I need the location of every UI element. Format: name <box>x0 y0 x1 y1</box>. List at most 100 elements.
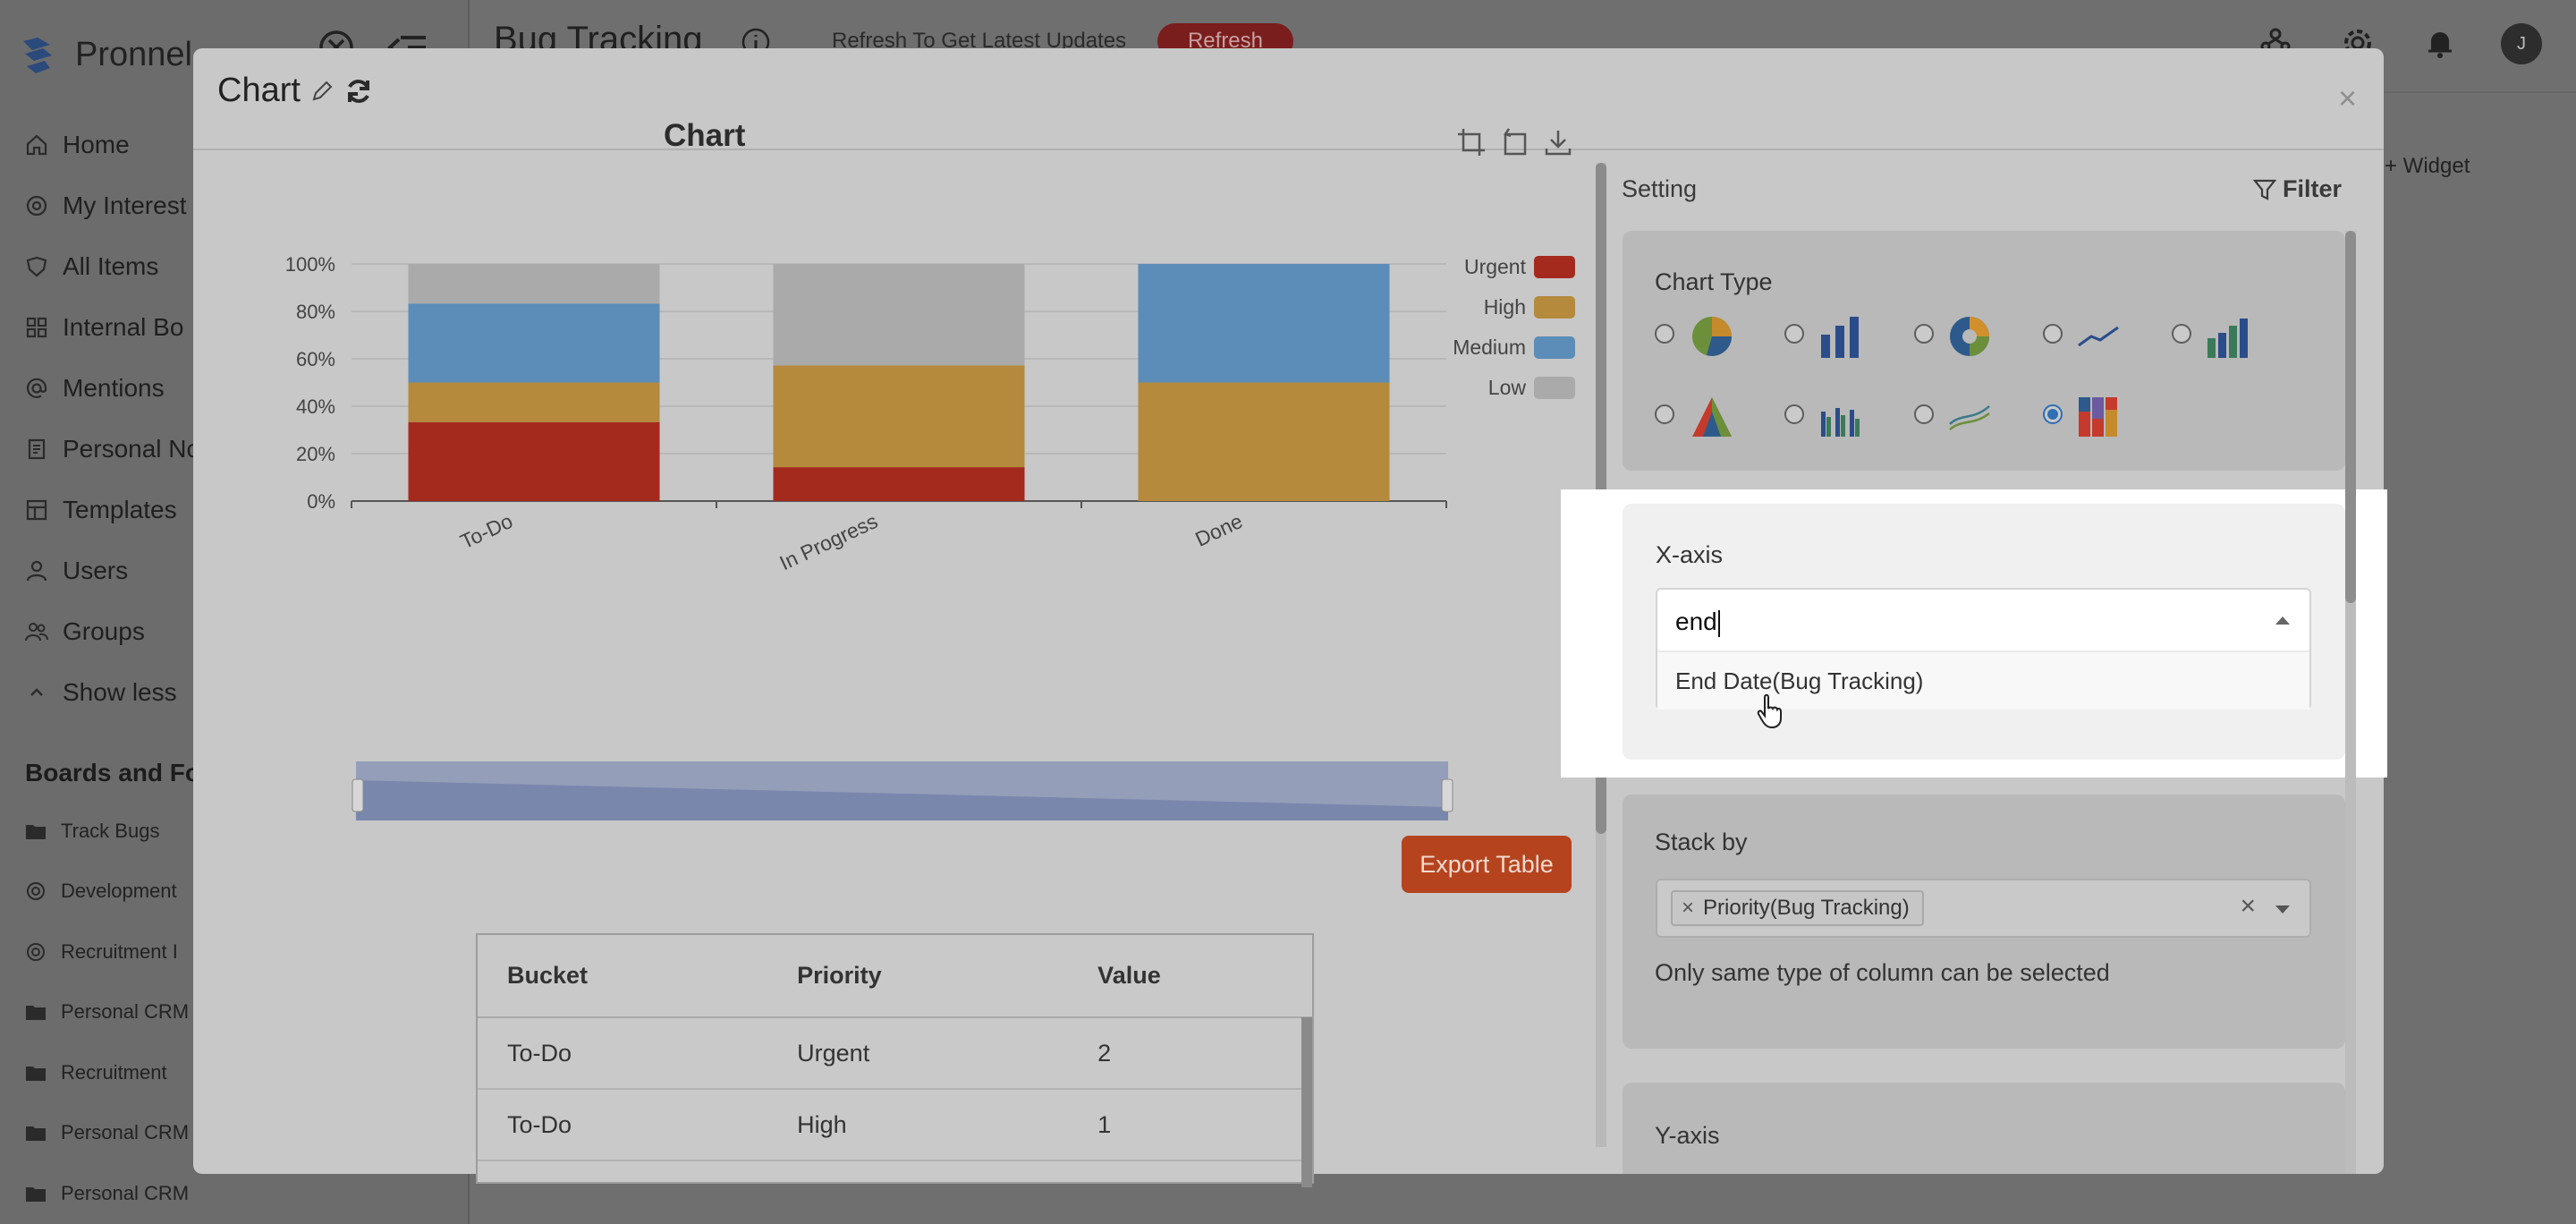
y-tick-label: 0% <box>307 490 335 513</box>
folder-icon <box>26 1066 46 1081</box>
brand-name: Pronnel <box>75 35 192 73</box>
zoom-handle-right <box>1441 778 1453 812</box>
folder-icon <box>26 824 46 839</box>
legend-label: Medium <box>1453 336 1526 359</box>
interest-icon <box>26 195 47 217</box>
x-axis-search-input[interactable]: end <box>1675 608 1720 637</box>
bar-segment <box>408 421 660 501</box>
sidebar-item-groups[interactable]: Groups <box>25 601 200 662</box>
y-tick-label: 100% <box>285 253 335 276</box>
chip-label: Priority(Bug Tracking) <box>1703 896 1910 920</box>
sidebar-item-personal-notes[interactable]: Personal No <box>25 419 200 480</box>
grouped-bar-icon <box>1821 408 1860 437</box>
chart-type-radio-area[interactable] <box>1914 404 1934 424</box>
sidebar-item-templates[interactable]: Templates <box>25 480 200 540</box>
column-header-value[interactable]: Value <box>1068 935 1312 1018</box>
board-item-label: Recruitment <box>61 1060 167 1084</box>
y-tick-label: 60% <box>296 348 335 370</box>
avatar[interactable]: J <box>2501 23 2542 64</box>
filter-label: Filter <box>2283 175 2343 202</box>
board-item[interactable]: Recruitment <box>25 1042 189 1103</box>
funnel-chart-icon <box>1692 397 1732 437</box>
at-icon <box>26 378 47 398</box>
legend-swatch <box>1534 256 1575 278</box>
bar-segment <box>773 365 1025 468</box>
stack-by-select[interactable]: × Priority(Bug Tracking) × <box>1656 879 2311 938</box>
sidebar-item-label: Templates <box>63 496 177 523</box>
chart-type-radio-grouped[interactable] <box>1784 404 1804 424</box>
sidebar-item-all-items[interactable]: All Items <box>25 236 200 297</box>
settings-scrollbar[interactable] <box>2345 231 2356 1174</box>
x-axis-select[interactable]: end End Date(Bug Tracking) <box>1656 588 2311 710</box>
chart-type-radio-donut[interactable] <box>1914 324 1934 344</box>
x-tick-label: To-Do <box>457 509 517 553</box>
table-row: To-Do Urgent 2 <box>478 1017 1312 1090</box>
chart-type-radio-stacked[interactable] <box>2043 404 2063 424</box>
column-header-bucket[interactable]: Bucket <box>478 935 768 1018</box>
stack-by-hint: Only same type of column can be selected <box>1655 959 2110 986</box>
board-item[interactable]: Track Bugs <box>25 801 189 862</box>
bar-segment <box>773 264 1025 366</box>
x-axis-label: X-axis <box>1656 541 1724 568</box>
chevron-up-icon <box>30 688 43 696</box>
legend-label: High <box>1484 295 1526 319</box>
sidebar-item-mentions[interactable]: Mentions <box>25 358 200 419</box>
zoom-handle-left <box>352 778 364 812</box>
export-table-button[interactable]: Export Table <box>1402 836 1572 893</box>
y-tick-label: 20% <box>296 443 335 465</box>
add-widget-link[interactable]: + Widget <box>2385 154 2470 179</box>
chart-type-radio-bar[interactable] <box>1784 324 1804 344</box>
board-item[interactable]: Personal CRM <box>25 1163 189 1224</box>
sidebar-item-users[interactable]: Users <box>25 540 200 601</box>
clear-button[interactable]: × <box>2240 891 2256 922</box>
bar-segment <box>408 303 660 383</box>
chip-remove-button[interactable]: × <box>1682 896 1694 920</box>
board-item-label: Personal CRM <box>61 1000 190 1024</box>
chart-type-radio-funnel[interactable] <box>1655 404 1674 424</box>
sidebar-item-label: Mentions <box>63 374 165 402</box>
sidebar-item-label: Users <box>63 557 129 584</box>
x-axis-input-value: end <box>1675 608 1717 635</box>
filter-button[interactable]: Filter <box>2252 175 2342 203</box>
scrollbar-thumb[interactable] <box>2345 231 2356 603</box>
board-item-label: Personal CRM <box>61 1181 190 1204</box>
chart-type-radio-column[interactable] <box>2172 324 2191 344</box>
x-axis-option-end-date[interactable]: End Date(Bug Tracking) <box>1657 650 2309 710</box>
grid-icon <box>26 317 47 338</box>
sidebar-item-my-interest[interactable]: My Interest <box>25 175 200 236</box>
chart-type-radio-pie[interactable] <box>1655 324 1674 344</box>
sidebar-item-show-less[interactable]: Show less <box>25 662 200 723</box>
chart-type-radio-line[interactable] <box>2043 324 2063 344</box>
column-chart-icon <box>2207 319 2248 358</box>
target-icon <box>27 882 45 901</box>
column-header-priority[interactable]: Priority <box>767 935 1069 1018</box>
sidebar-item-home[interactable]: Home <box>25 115 200 175</box>
sidebar-item-label: Personal No <box>63 435 201 463</box>
text-caret <box>1717 609 1720 637</box>
chevron-down-icon[interactable] <box>2275 905 2290 914</box>
legend-label: Low <box>1488 376 1527 399</box>
legend-label: Urgent <box>1464 255 1527 278</box>
table-scrollbar[interactable] <box>1301 1017 1312 1187</box>
board-item-label: Track Bugs <box>61 819 160 842</box>
folder-icon <box>26 1006 46 1021</box>
board-item[interactable]: Personal CRM <box>25 982 189 1043</box>
board-item[interactable]: Development <box>25 862 189 922</box>
bar-segment <box>1138 382 1390 501</box>
brand-logo-icon <box>23 38 52 73</box>
sidebar-item-label: Show less <box>63 678 177 706</box>
board-item[interactable]: Recruitment I <box>25 922 189 982</box>
hand-pointer-cursor-icon <box>1757 693 1782 729</box>
bell-icon[interactable] <box>2422 25 2458 61</box>
filter-icon <box>2252 179 2277 200</box>
board-item[interactable]: Personal CRM <box>25 1103 189 1164</box>
board-item-label: Development <box>61 880 177 903</box>
brand[interactable]: Pronnel <box>20 34 192 75</box>
chevron-up-icon[interactable] <box>2275 616 2290 625</box>
sidebar-item-internal-boards[interactable]: Internal Bo <box>25 297 200 358</box>
sidebar-item-label: All Items <box>63 252 159 280</box>
group-icon <box>25 623 48 642</box>
y-axis-panel: Y-axis <box>1623 1083 2345 1174</box>
modal-close-button[interactable]: × <box>2338 82 2357 115</box>
folder-icon <box>26 1126 46 1142</box>
